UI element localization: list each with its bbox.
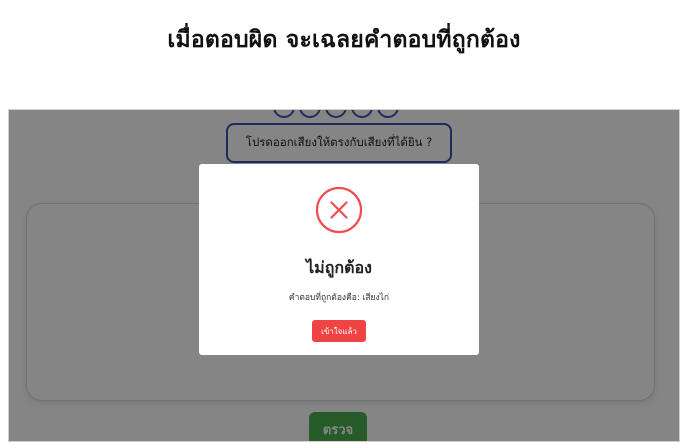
app-screenshot-frame: โปรดออกเสียงให้ตรงกับเสียงที่ได้ยิน ? ตร… — [8, 109, 680, 442]
correct-answer-text: คำตอบที่ถูกต้องคือ: เสียงไก่ — [288, 293, 390, 303]
page-heading: เมื่อตอบผิด จะเฉลยคำตอบที่ถูกต้อง — [167, 27, 521, 53]
x-circle-icon — [315, 186, 363, 234]
understood-button[interactable]: เข้าใจแล้ว — [312, 320, 366, 342]
result-dialog: ไม่ถูกต้อง คำตอบที่ถูกต้องคือ: เสียงไก่ … — [199, 164, 479, 355]
dialog-title: ไม่ถูกต้อง — [306, 258, 372, 277]
